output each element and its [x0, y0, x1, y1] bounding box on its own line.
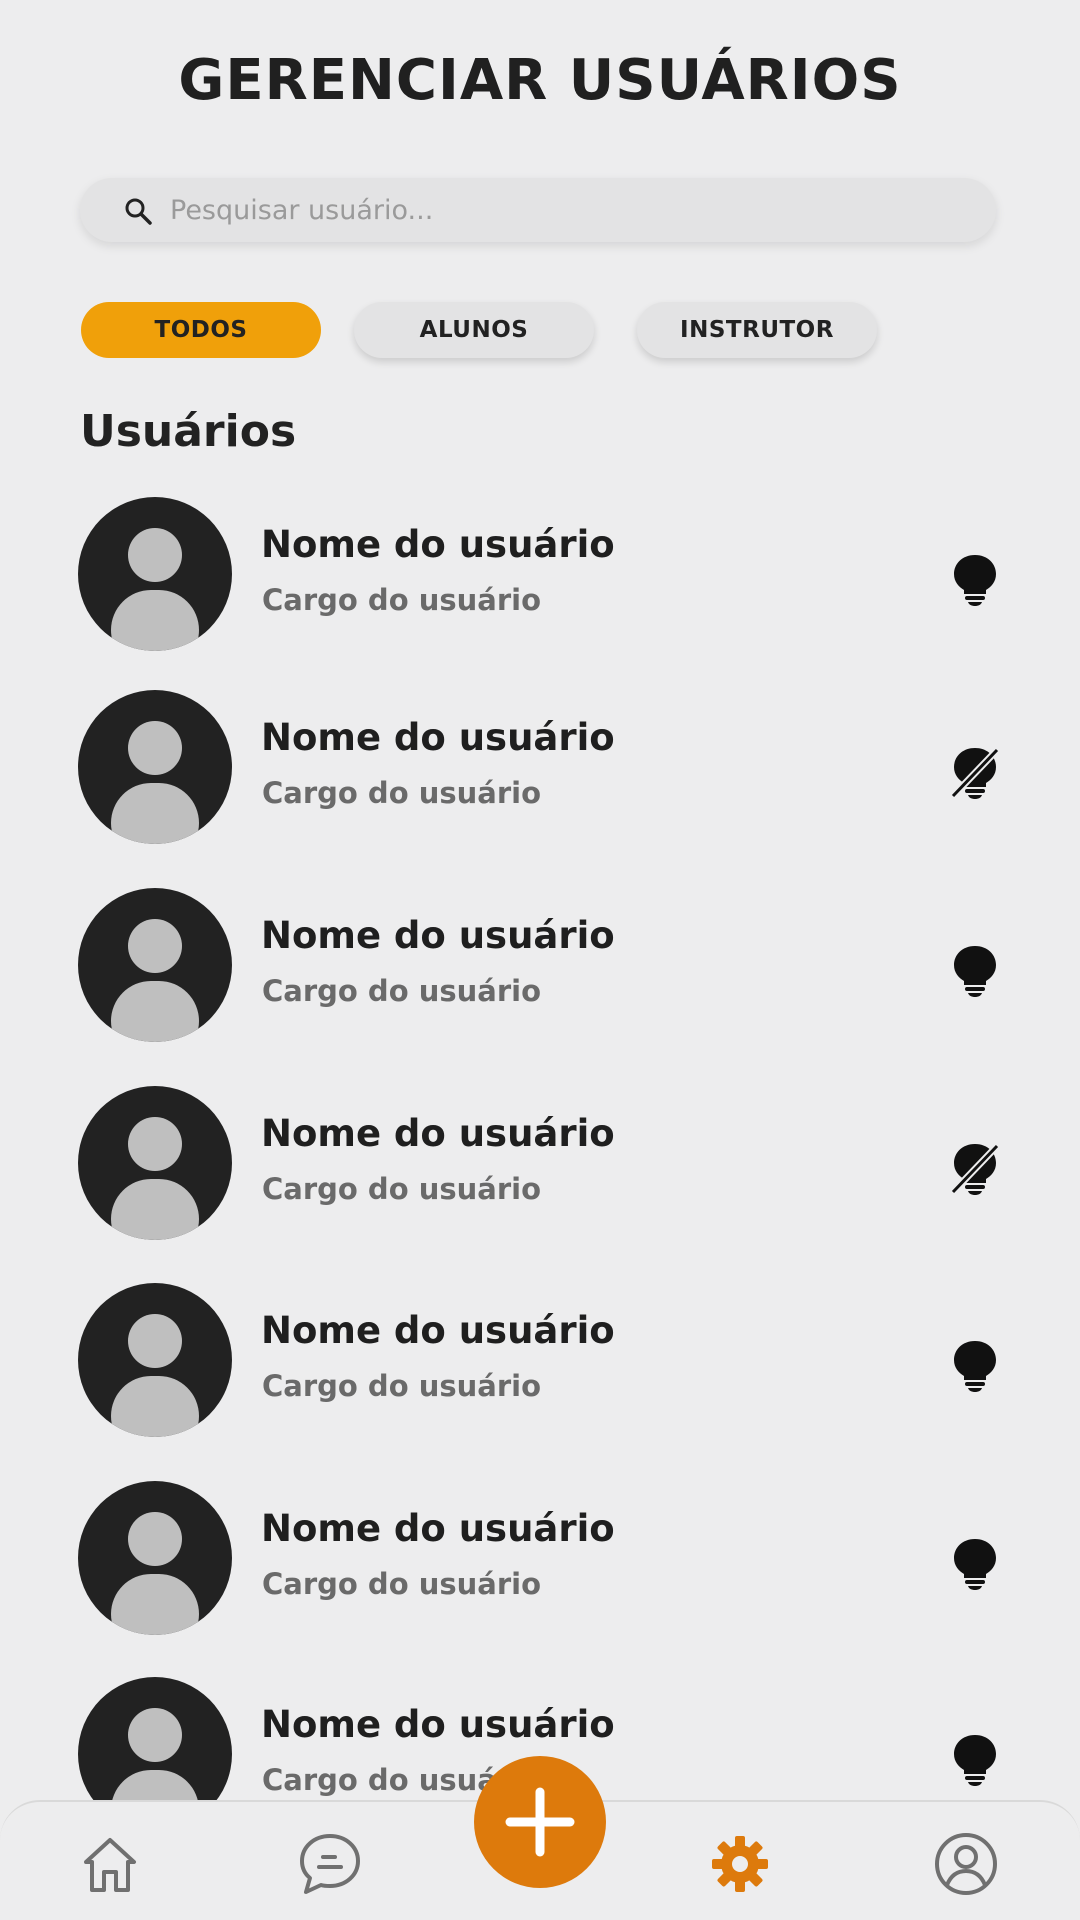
settings-icon: [712, 1836, 768, 1892]
user-row[interactable]: Nome do usuário Cargo do usuário: [0, 690, 1080, 844]
user-role: Cargo do usuário: [262, 1369, 541, 1403]
user-name: Nome do usuário: [261, 1112, 615, 1155]
filter-alunos[interactable]: ALUNOS: [354, 302, 594, 358]
section-title: Usuários: [80, 406, 297, 457]
user-row[interactable]: Nome do usuário Cargo do usuário: [0, 888, 1080, 1042]
add-user-button[interactable]: [474, 1756, 606, 1888]
chat-icon: [300, 1834, 360, 1894]
lightbulb-off-icon[interactable]: [950, 1142, 1000, 1196]
search-input[interactable]: [170, 184, 970, 236]
user-name: Nome do usuário: [261, 1507, 615, 1550]
user-avatar-icon: [111, 1512, 199, 1635]
profile-icon: [935, 1833, 997, 1895]
avatar: [78, 1283, 232, 1437]
user-role: Cargo do usuário: [262, 974, 541, 1008]
add-icon: [505, 1787, 575, 1857]
lightbulb-off-icon[interactable]: [950, 746, 1000, 800]
user-avatar-icon: [111, 1117, 199, 1240]
user-row[interactable]: Nome do usuário Cargo do usuário: [0, 1086, 1080, 1240]
nav-home[interactable]: [74, 1828, 146, 1900]
user-role: Cargo do usuário: [262, 1172, 541, 1206]
lightbulb-icon[interactable]: [950, 1733, 1000, 1787]
lightbulb-icon[interactable]: [950, 1537, 1000, 1591]
user-name: Nome do usuário: [261, 523, 615, 566]
user-row[interactable]: Nome do usuário Cargo do usuário: [0, 1481, 1080, 1635]
user-name: Nome do usuário: [261, 716, 615, 759]
user-name: Nome do usuário: [261, 1703, 615, 1746]
avatar: [78, 1481, 232, 1635]
lightbulb-icon[interactable]: [950, 1339, 1000, 1393]
nav-settings[interactable]: [704, 1828, 776, 1900]
user-avatar-icon: [111, 1314, 199, 1437]
page-title: GERENCIAR USUÁRIOS: [178, 48, 902, 113]
filter-todos[interactable]: TODOS: [81, 302, 321, 358]
user-avatar-icon: [111, 919, 199, 1042]
avatar: [78, 1086, 232, 1240]
nav-profile[interactable]: [930, 1828, 1002, 1900]
user-role: Cargo do usuário: [262, 583, 541, 617]
lightbulb-icon[interactable]: [950, 553, 1000, 607]
search-icon: [125, 198, 152, 225]
user-name: Nome do usuário: [261, 1309, 615, 1352]
lightbulb-icon[interactable]: [950, 944, 1000, 998]
user-row[interactable]: Nome do usuário Cargo do usuário: [0, 1283, 1080, 1437]
avatar: [78, 888, 232, 1042]
user-avatar-icon: [111, 528, 199, 651]
nav-chat[interactable]: [294, 1828, 366, 1900]
filter-instrutor[interactable]: INSTRUTOR: [637, 302, 877, 358]
user-name: Nome do usuário: [261, 914, 615, 957]
avatar: [78, 497, 232, 651]
user-role: Cargo do usuário: [262, 1567, 541, 1601]
home-icon: [84, 1838, 136, 1892]
user-row[interactable]: Nome do usuário Cargo do usuário: [0, 497, 1080, 651]
user-avatar-icon: [111, 721, 199, 844]
filter-tabs: TODOS ALUNOS INSTRUTOR: [0, 302, 1080, 362]
avatar: [78, 690, 232, 844]
user-role: Cargo do usuário: [262, 776, 541, 810]
